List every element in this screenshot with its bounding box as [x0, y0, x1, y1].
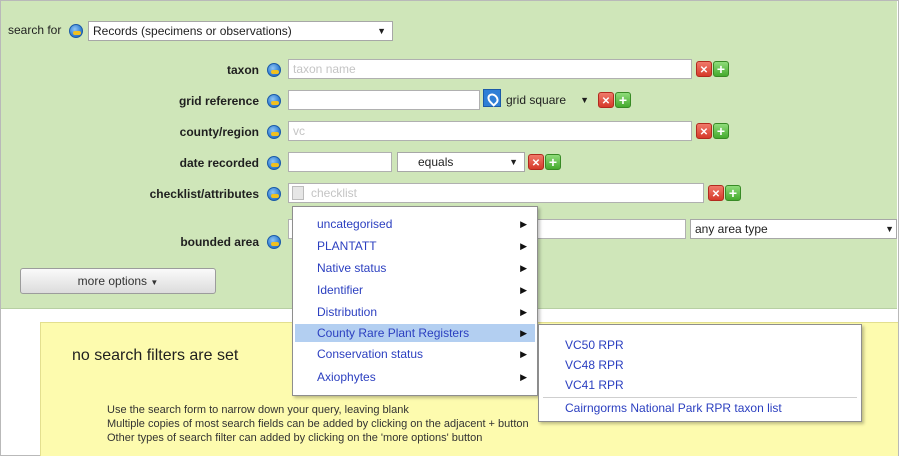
delete-icon[interactable]: [696, 123, 712, 139]
add-icon[interactable]: [713, 61, 729, 77]
chevron-right-icon: ▶: [520, 307, 527, 317]
help-icon[interactable]: [267, 94, 281, 108]
record-type-value: Records (specimens or observations): [93, 24, 292, 38]
chevron-right-icon: ▶: [520, 219, 527, 229]
add-icon[interactable]: [615, 92, 631, 108]
chevron-down-icon: ▼: [150, 278, 159, 287]
menu-item-plantatt[interactable]: PLANTATT ▶: [295, 237, 535, 255]
menu-item-label: County Rare Plant Registers: [317, 326, 470, 340]
date-operator-value: equals: [418, 155, 454, 169]
grid-square-select[interactable]: grid square ▼: [501, 90, 596, 110]
taxon-input[interactable]: taxon name: [288, 59, 692, 79]
date-recorded-label: date recorded: [179, 156, 259, 170]
chevron-down-icon: ▼: [580, 95, 589, 105]
info-line: Use the search form to narrow down your …: [107, 404, 409, 416]
area-type-value: any area type: [695, 222, 768, 236]
info-line: Other types of search filter can added b…: [107, 432, 483, 444]
delete-icon[interactable]: [528, 154, 544, 170]
menu-item-county-rare-plant-registers[interactable]: County Rare Plant Registers ▶: [295, 324, 535, 342]
help-icon[interactable]: [69, 24, 83, 38]
help-icon[interactable]: [267, 187, 281, 201]
date-recorded-input[interactable]: [288, 152, 392, 172]
menu-item-conservation-status[interactable]: Conservation status ▶: [295, 345, 535, 363]
menu-item-label: Distribution: [317, 305, 378, 319]
bounded-area-label: bounded area: [180, 235, 259, 249]
more-options-label: more options: [77, 274, 148, 288]
more-options-button[interactable]: more options ▼: [20, 268, 216, 294]
menu-item-label: Axiophytes: [317, 370, 376, 384]
menu-item-label: Native status: [317, 261, 387, 275]
county-region-label: county/region: [179, 125, 259, 139]
checklist-menu: uncategorised ▶ PLANTATT ▶ Native status ▶ …: [292, 206, 538, 396]
submenu-item-vc48-rpr[interactable]: VC48 RPR: [543, 355, 857, 375]
menu-item-label: Conservation status: [317, 347, 424, 361]
chevron-right-icon: ▶: [520, 241, 527, 251]
chevron-right-icon: ▶: [520, 372, 527, 382]
taxon-label: taxon: [226, 63, 259, 77]
delete-icon[interactable]: [708, 185, 724, 201]
checklist-attributes-label: checklist/attributes: [149, 187, 259, 201]
checklist-attributes-input[interactable]: checklist: [288, 183, 704, 203]
info-title: no search filters are set: [72, 347, 239, 364]
help-icon[interactable]: [267, 63, 281, 77]
search-for-label: search for: [8, 23, 62, 37]
grid-square-value: grid square: [506, 93, 567, 107]
menu-item-label: Identifier: [317, 283, 364, 297]
menu-item-uncategorised[interactable]: uncategorised ▶: [295, 215, 535, 233]
menu-item-axiophytes[interactable]: Axiophytes ▶: [295, 368, 535, 386]
submenu-item-vc41-rpr[interactable]: VC41 RPR: [543, 375, 857, 395]
delete-icon[interactable]: [696, 61, 712, 77]
menu-item-identifier[interactable]: Identifier ▶: [295, 281, 535, 299]
help-icon[interactable]: [267, 125, 281, 139]
menu-item-distribution[interactable]: Distribution ▶: [295, 303, 535, 321]
date-operator-select[interactable]: equals ▼: [397, 152, 525, 172]
grid-reference-input[interactable]: [288, 90, 480, 110]
add-icon[interactable]: [725, 185, 741, 201]
menu-item-native-status[interactable]: Native status ▶: [295, 259, 535, 277]
chevron-down-icon: ▼: [885, 224, 894, 234]
checklist-picker-icon[interactable]: [292, 186, 304, 200]
menu-item-label: uncategorised: [317, 217, 393, 231]
county-region-input[interactable]: vc: [288, 121, 692, 141]
map-pin-icon[interactable]: [483, 89, 501, 107]
submenu-item-vc50-rpr[interactable]: VC50 RPR: [543, 335, 857, 355]
info-line: Multiple copies of most search fields ca…: [107, 418, 529, 430]
chevron-right-icon: ▶: [520, 349, 527, 359]
chevron-right-icon: ▶: [520, 263, 527, 273]
chevron-down-icon: ▼: [509, 157, 518, 167]
area-type-select[interactable]: any area type ▼: [690, 219, 897, 239]
delete-icon[interactable]: [598, 92, 614, 108]
record-type-select[interactable]: Records (specimens or observations) ▼: [88, 21, 393, 41]
add-icon[interactable]: [713, 123, 729, 139]
chevron-right-icon: ▶: [520, 285, 527, 295]
rpr-submenu: VC50 RPR VC48 RPR VC41 RPR Cairngorms Na…: [538, 324, 862, 422]
menu-item-label: PLANTATT: [317, 239, 377, 253]
help-icon[interactable]: [267, 156, 281, 170]
add-icon[interactable]: [545, 154, 561, 170]
help-icon[interactable]: [267, 235, 281, 249]
chevron-right-icon: ▶: [520, 328, 527, 338]
submenu-item-cairngorms-rpr[interactable]: Cairngorms National Park RPR taxon list: [543, 397, 857, 417]
grid-reference-label: grid reference: [178, 94, 259, 108]
chevron-down-icon: ▼: [377, 26, 386, 36]
